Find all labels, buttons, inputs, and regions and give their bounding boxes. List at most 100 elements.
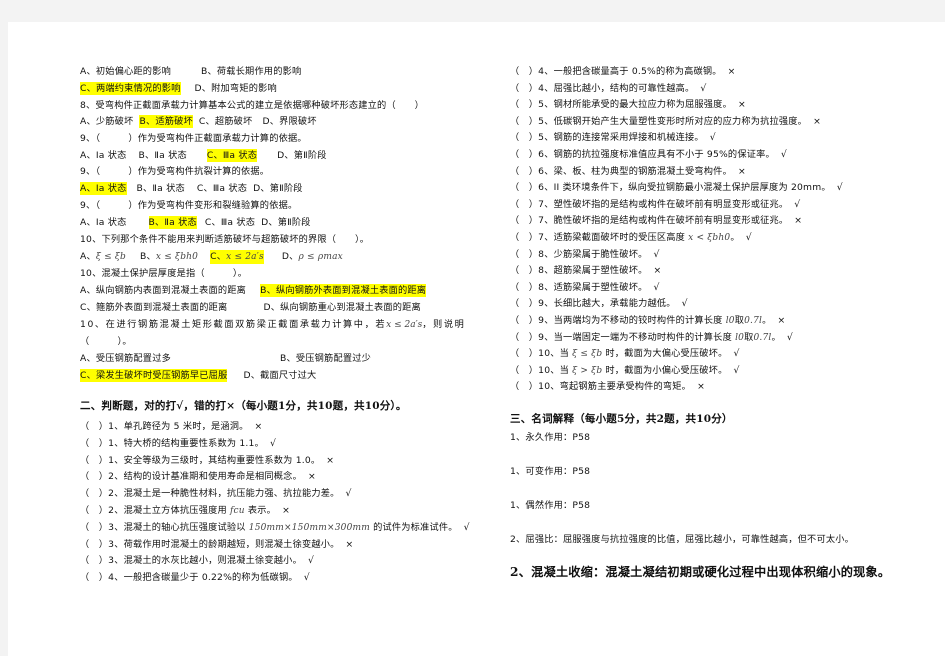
judgment-text: 表示。	[244, 505, 277, 516]
option-a: A、Ⅰa 状态	[80, 150, 127, 161]
option-d: D、附加弯矩的影响	[194, 83, 277, 94]
judgment-item: （ ）7、适筋梁截面破坏时的受压区高度 x < ξbh0。 √	[510, 231, 752, 244]
math-formula: 0.7l	[744, 316, 763, 326]
judgment-text: （ ）3、混凝土的轴心抗压强度试验以	[80, 521, 249, 533]
check-mark-icon: √	[836, 182, 843, 194]
cross-mark-icon: ×	[813, 115, 821, 127]
math-formula: ρ ≤ ρmax	[298, 252, 343, 262]
option-c-highlighted: C、梁发生破坏时受压钢筋早已屈服	[80, 369, 228, 382]
document-page: A、初始偏心距的影响 B、荷载长期作用的影响 C、两端约束情况的影响 D、附加弯矩的…	[8, 22, 945, 656]
judgment-text: （ ）9、当两端均为不移动的铰时构件的计算长度	[510, 315, 726, 326]
option-c-highlighted: C、x ≤ 2a′s	[210, 250, 264, 264]
question-stem: 9、（ ）作为受弯构件抗裂计算的依据。	[80, 166, 270, 177]
judgment-item: （ ）3、混凝土的水灰比越小，则混凝土徐变越小。 √	[80, 554, 314, 567]
section-heading-judgment: 二、判断题，对的打√，错的打×（每小题1分，共10题，共10分）。	[80, 400, 407, 412]
judgment-item: （ ）10、当 ξ > ξb 时，截面为小偏心受压破坏。 √	[510, 364, 740, 377]
judgment-text: （ ）8、超筋梁属于塑性破坏。	[510, 265, 648, 277]
math-formula: ξ ≤ ξb	[572, 349, 603, 360]
option-d: D、第Ⅱ阶段	[277, 150, 327, 161]
question-stem: 9、（ ）作为受弯构件正截面承载力计算的依据。	[80, 133, 307, 144]
judgment-item: （ ）6、II 类环境条件下，纵向受拉钢筋最小混凝土保护层厚度为 20mm。 √	[510, 181, 843, 194]
question-stem: 10、混凝土保护层厚度是指（ ）。	[80, 268, 248, 279]
judgment-text: （ ）8、少筋梁属于脆性破坏。	[510, 248, 648, 260]
math-formula: l0	[725, 316, 735, 326]
judgment-text: （ ）5、钢筋的连接常采用焊接和机械连接。	[510, 132, 704, 144]
judgment-item: （ ）6、钢筋的抗拉强度标准值应具有不小于 95%的保证率。 √	[510, 148, 787, 161]
cross-mark-icon: ×	[653, 265, 662, 277]
judgment-item: （ ）5、钢筋的连接常采用焊接和机械连接。 √	[510, 131, 716, 144]
judgment-text: （ ）2、混凝土立方体抗压强度用	[80, 505, 230, 516]
check-mark-icon: √	[681, 298, 688, 310]
term-answer-bold: 2、混凝土收缩：混凝土凝结初期或硬化过程中出现体积缩小的现象。	[510, 565, 891, 579]
judgment-text: （ ）6、钢筋的抗拉强度标准值应具有不小于 95%的保证率。	[510, 149, 775, 160]
judgment-item: （ ）9、当两端均为不移动的铰时构件的计算长度 l0取0.7l。 ×	[510, 314, 785, 327]
judgment-text: （ ）1、安全等级为三级时，其结构重要性系数为 1.0。	[80, 454, 321, 466]
check-mark-icon: √	[303, 572, 310, 584]
option-c-highlighted: C、两端约束情况的影响	[80, 82, 181, 95]
cross-mark-icon: ×	[737, 99, 746, 111]
judgment-item: （ ）2、结构的设计基准期和使用寿命是相同概念。 ×	[80, 470, 316, 483]
check-mark-icon: √	[463, 521, 470, 533]
question-options: A、少筋破坏 B、适筋破坏 C、超筋破坏 D、界限破坏	[80, 115, 317, 128]
option-d: D、纵向钢筋重心到混凝土表面的距离	[263, 302, 421, 313]
judgment-item: （ ）3、荷载作用时混凝土的龄期越短，则混凝土徐变越小。 ×	[80, 538, 353, 551]
judgment-text: （ ）7、脆性破坏指的是结构或构件在破坏前有明显变形或征兆。	[510, 215, 789, 227]
judgment-text: 。	[762, 315, 772, 326]
option-a: A、ξ ≤ ξb	[80, 251, 127, 262]
judgment-text: 取	[734, 315, 745, 326]
judgment-text: （ ）10、当	[510, 348, 573, 360]
check-mark-icon: √	[786, 331, 793, 343]
judgment-text: （ ）2、结构的设计基准期和使用寿命是相同概念。	[80, 471, 302, 483]
judgment-text: （ ）9、长细比越大，承载能力越低。	[510, 298, 676, 310]
question-stem: 10、下列那个条件不能用来判断适筋破坏与超筋破坏的界限（ ）。	[80, 234, 370, 245]
term-item: 1、偶然作用：P58	[510, 500, 591, 511]
check-mark-icon: √	[345, 488, 352, 500]
judgment-text: 。	[771, 331, 781, 343]
check-mark-icon: √	[794, 198, 801, 210]
judgment-item: （ ）5、低碳钢开始产生大量塑性变形时所对应的应力称为抗拉强度。 ×	[510, 115, 821, 128]
option-c: C、箍筋外表面到混凝土表面的距离	[80, 302, 228, 313]
check-mark-icon: √	[700, 82, 707, 94]
judgment-item: （ ）2、混凝土立方体抗压强度用 fcu 表示。 ×	[80, 504, 290, 517]
option-a: A、少筋破坏	[80, 116, 134, 127]
option-c: C、超筋破坏	[198, 116, 253, 127]
check-mark-icon: √	[653, 248, 660, 260]
question-options: C、梁发生破坏时受压钢筋早已屈服 D、截面尺寸过大	[80, 369, 316, 382]
option-c-highlighted: C、Ⅲa 状态	[206, 149, 258, 162]
option-b-highlighted: B、纵向钢筋外表面到混凝土表面的距离	[260, 284, 427, 297]
option-d: D、第Ⅱ阶段	[261, 217, 311, 228]
math-formula: 0.7l	[753, 332, 772, 343]
question-options: A、受压钢筋配置过多 B、受压钢筋配置过少	[80, 352, 371, 365]
judgment-item: （ ）4、一般把含碳量少于 0.22%的称为低碳钢。 √	[80, 571, 310, 584]
option-d: D、截面尺寸过大	[243, 370, 317, 381]
option-c: C、Ⅲa 状态	[196, 183, 248, 194]
check-mark-icon: √	[709, 132, 716, 144]
question-stem: 8、受弯构件正截面承载力计算基本公式的建立是依据哪种破坏形态建立的（ ）	[80, 100, 424, 111]
cross-mark-icon: ×	[326, 454, 335, 466]
question-stem-continued: （ ）。	[80, 336, 132, 347]
check-mark-icon: √	[269, 437, 277, 449]
check-mark-icon: √	[733, 348, 740, 360]
judgment-text: （ ）9、当一端固定一端为不移动时构件的计算长度	[510, 331, 736, 343]
question-options: A、Ⅰa 状态 B、Ⅱa 状态 C、Ⅲa 状态 D、第Ⅱ阶段	[80, 149, 327, 162]
judgment-item: （ ）10、弯起钢筋主要承受构件的弯矩。 ×	[510, 380, 705, 393]
option-a: A、受压钢筋配置过多	[80, 353, 171, 364]
math-formula: x ≤ ξbh0	[155, 252, 199, 262]
judgment-text: （ ）1、特大桥的结构重要性系数为 1.1。	[80, 437, 264, 449]
cross-mark-icon: ×	[777, 315, 786, 326]
option-d: D、第Ⅱ阶段	[253, 183, 303, 194]
question-options: A、Ⅰa 状态 B、Ⅱa 状态 C、Ⅲa 状态 D、第Ⅱ阶段	[80, 216, 311, 229]
term-item: 2、屈强比：屈服强度与抗拉强度的比值，屈强比越小，可靠性越高，但不可太小。	[510, 534, 854, 545]
option-c: C、Ⅲa 状态	[204, 217, 256, 228]
judgment-text: （ ）4、一般把含碳量少于 0.22%的称为低碳钢。	[80, 572, 298, 584]
judgment-item: （ ）9、当一端固定一端为不移动时构件的计算长度 l0取0.7l。 √	[510, 331, 793, 344]
judgment-text: （ ）6、梁、板、柱为典型的钢筋混凝土受弯构件。	[510, 165, 732, 177]
math-formula: 150mm×150mm×300mm	[248, 522, 370, 533]
judgment-item: （ ）8、超筋梁属于塑性破坏。 ×	[510, 264, 661, 277]
judgment-text: （ ）8、适筋梁属于塑性破坏。	[510, 281, 648, 293]
judgment-text: 时，截面为大偏心受压破坏。	[602, 348, 728, 360]
judgment-item: （ ）6、梁、板、柱为典型的钢筋混凝土受弯构件。 ×	[510, 165, 746, 178]
judgment-item: （ ）8、适筋梁属于塑性破坏。 √	[510, 281, 660, 294]
math-formula: l0	[735, 332, 745, 343]
cross-mark-icon: ×	[737, 165, 746, 177]
